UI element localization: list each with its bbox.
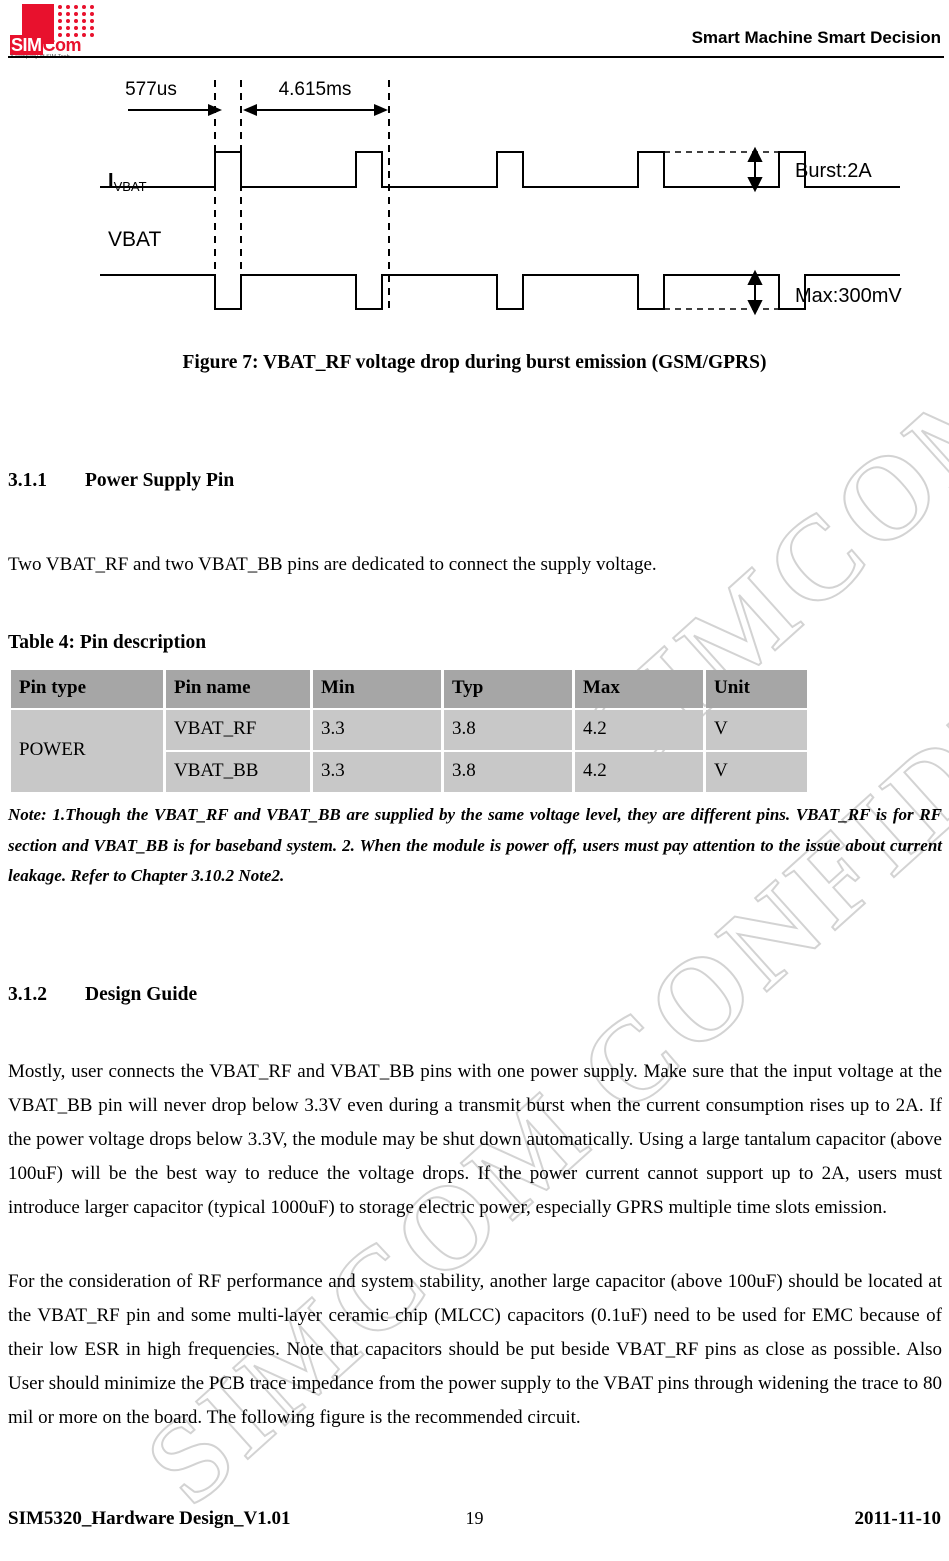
waveform-figure: 577us 4.615ms IVBAT VBAT Burst:2A Max:30…: [0, 62, 949, 320]
logo-word-com: Com: [42, 35, 82, 55]
header-slogan: Smart Machine Smart Decision: [691, 28, 941, 47]
section-number: 3.1.1: [8, 470, 47, 491]
arrowhead-burst-down: [747, 177, 763, 193]
paragraph-design-2: For the consideration of RF performance …: [8, 1271, 942, 1428]
arrowhead-burst-up: [747, 146, 763, 162]
voltage-waveform: [100, 274, 900, 310]
label-burst-2a: Burst:2A: [795, 160, 872, 182]
section-title: Design Guide: [85, 984, 198, 1005]
th-pin-name: Pin name: [166, 670, 310, 708]
label-4615ms: 4.615ms: [279, 79, 352, 100]
cell-unit: V: [706, 710, 807, 750]
cell-pin-type-power: POWER: [11, 710, 163, 792]
th-max: Max: [575, 670, 703, 708]
cell-pin-name: VBAT_BB: [166, 752, 310, 792]
label-vbat: VBAT: [108, 228, 161, 251]
paragraph-intro: Two VBAT_RF and two VBAT_BB pins are ded…: [8, 554, 657, 575]
notes-block: Note: 1.Though the VBAT_RF and VBAT_BB a…: [8, 805, 942, 885]
label-max-300mv: Max:300mV: [795, 285, 902, 307]
logo-wordmark: SIMCom: [10, 35, 82, 55]
section-title: Power Supply Pin: [85, 470, 235, 491]
cell-pin-name: VBAT_RF: [166, 710, 310, 750]
arrowhead-4615ms-right: [374, 104, 388, 116]
cell-max: 4.2: [575, 752, 703, 792]
cell-min: 3.3: [313, 752, 441, 792]
cell-typ: 3.8: [444, 752, 572, 792]
cell-unit: V: [706, 752, 807, 792]
cell-min: 3.3: [313, 710, 441, 750]
footer-page-number: 19: [465, 1508, 484, 1528]
table-row: POWER VBAT_RF 3.3 3.8 4.2 V: [11, 710, 807, 792]
table-caption: Table 4: Pin description: [8, 632, 207, 653]
table-header-row: Pin type Pin name Min Typ Max Unit: [11, 670, 807, 708]
label-ivbat: IVBAT: [108, 170, 147, 194]
section-heading-3-1-1: 3.1.1 Power Supply Pin: [8, 470, 234, 492]
section-number: 3.1.2: [8, 984, 47, 1005]
th-unit: Unit: [706, 670, 807, 708]
page-footer: SIM5320_Hardware Design_V1.01 19 2011-11…: [0, 1508, 949, 1548]
header-divider: [8, 56, 944, 58]
paragraph-design-1: Mostly, user connects the VBAT_RF and VB…: [8, 1061, 942, 1218]
th-pin-type: Pin type: [11, 670, 163, 708]
logo-word-sim: SIM: [10, 35, 43, 55]
th-typ: Typ: [444, 670, 572, 708]
label-577us: 577us: [125, 79, 177, 100]
simcom-logo: SIMCom A company of SIM Tech: [6, 2, 121, 60]
arrowhead-vdrop-up: [747, 269, 763, 285]
arrowhead-577us-right: [208, 104, 222, 116]
current-waveform: [100, 151, 900, 188]
logo-dots-icon: [58, 5, 104, 39]
cell-typ: 3.8: [444, 710, 572, 750]
section-heading-3-1-2: 3.1.2 Design Guide: [8, 984, 197, 1006]
page-header: SIMCom A company of SIM Tech Smart Machi…: [0, 0, 949, 60]
arrowhead-4615ms-left: [243, 104, 257, 116]
figure-caption: Figure 7: VBAT_RF voltage drop during bu…: [182, 352, 767, 373]
footer-date: 2011-11-10: [854, 1508, 941, 1529]
arrowhead-vdrop-down: [747, 300, 763, 316]
cell-max: 4.2: [575, 710, 703, 750]
th-min: Min: [313, 670, 441, 708]
pin-description-table: Pin type Pin name Min Typ Max Unit POWER…: [8, 668, 810, 794]
